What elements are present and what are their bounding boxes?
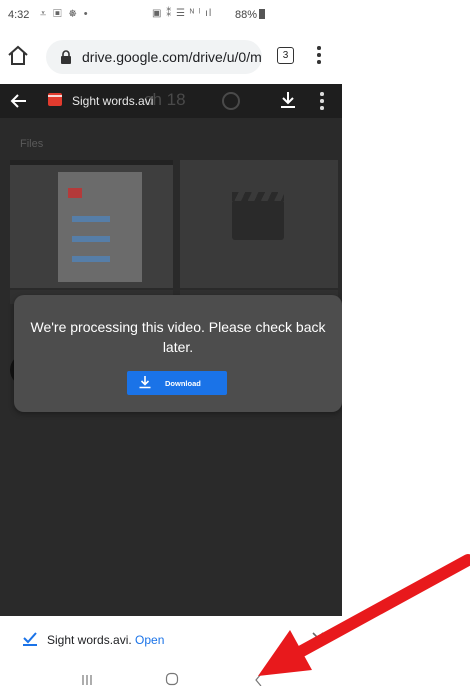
thumbnail-top-strip xyxy=(10,160,173,165)
home-icon[interactable] xyxy=(6,44,30,68)
downloaded-file-text: Sight words.avi. Open xyxy=(47,633,164,647)
nav-home-icon[interactable] xyxy=(165,672,179,686)
file-thumbnail-document xyxy=(10,160,173,288)
nav-back-icon[interactable] xyxy=(252,673,266,686)
status-time: 4:32 xyxy=(8,9,30,21)
battery-indicator: 88% xyxy=(235,9,266,21)
thumbnail-line xyxy=(72,216,110,222)
browser-menu-icon[interactable] xyxy=(316,46,322,68)
processing-dialog: We're processing this video. Please chec… xyxy=(14,295,342,412)
lock-icon xyxy=(61,50,71,64)
tab-switcher-button[interactable]: 3 xyxy=(277,47,294,64)
thumbnail-line xyxy=(72,256,110,262)
back-arrow-icon[interactable] xyxy=(10,92,28,110)
open-download-link[interactable]: Open xyxy=(135,633,164,647)
signal-icons: ▣ ⁑ ☰ ᴺ ˡ ıl xyxy=(152,8,213,19)
processing-message: We're processing this video. Please chec… xyxy=(30,319,326,355)
browser-toolbar: drive.google.com/drive/u/0/m 3 xyxy=(0,30,342,84)
download-icon xyxy=(139,376,151,389)
system-nav-bar xyxy=(0,660,342,686)
background-search-icon xyxy=(222,92,240,110)
address-bar[interactable]: drive.google.com/drive/u/0/m xyxy=(46,40,262,74)
viewer-file-title: Sight words.avi xyxy=(72,94,154,108)
thumbnail-line xyxy=(72,236,110,242)
status-bar: 4:32 ⩡ ▣ ☸ • ▣ ⁑ ☰ ᴺ ˡ ıl 88% xyxy=(0,0,342,30)
download-button[interactable]: Download xyxy=(127,371,227,395)
files-section-label: Files xyxy=(20,138,44,150)
battery-level: 88% xyxy=(235,9,258,21)
downloaded-file-name: Sight words.avi. xyxy=(47,633,132,647)
download-icon[interactable] xyxy=(278,90,298,110)
phone-screen: 4:32 ⩡ ▣ ☸ • ▣ ⁑ ☰ ᴺ ˡ ıl 88% drive.goog… xyxy=(0,0,342,686)
close-icon[interactable] xyxy=(310,630,326,646)
video-file-icon xyxy=(48,93,62,106)
download-done-icon xyxy=(23,632,37,646)
recent-apps-icon[interactable] xyxy=(80,674,94,686)
thumbnail-red-block xyxy=(68,188,82,198)
viewer-toolbar: ch 18 Sight words.avi xyxy=(0,84,342,118)
url-text: drive.google.com/drive/u/0/m xyxy=(82,49,262,65)
battery-icon xyxy=(259,9,266,19)
download-button-label: Download xyxy=(165,379,201,388)
more-options-icon[interactable] xyxy=(320,92,324,110)
notification-icons: ⩡ ▣ ☸ • xyxy=(40,8,90,20)
download-complete-bar: Sight words.avi. Open xyxy=(0,616,342,660)
file-thumbnail-video xyxy=(180,160,338,288)
clapperboard-icon xyxy=(232,192,284,240)
